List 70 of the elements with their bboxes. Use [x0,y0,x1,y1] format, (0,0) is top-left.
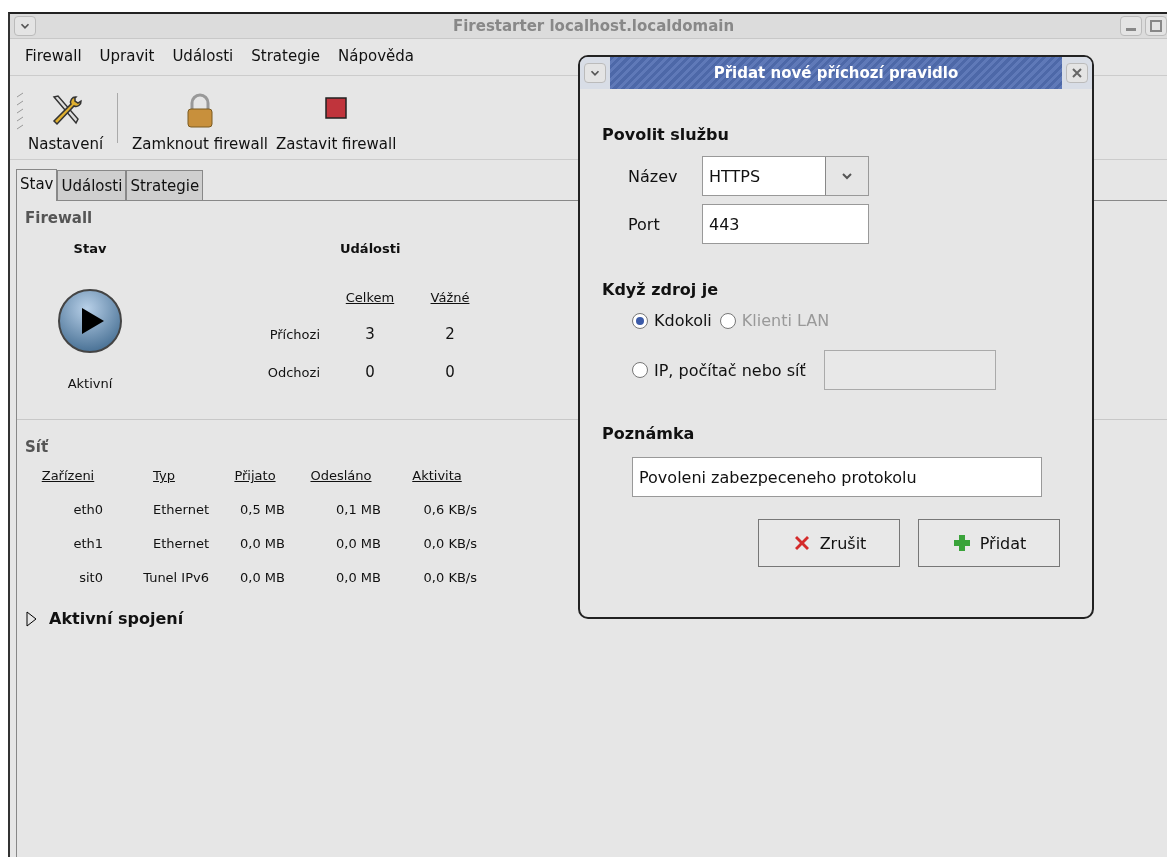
menu-item[interactable]: Firewall [16,43,91,69]
close-icon [1070,66,1084,80]
row-label: Odchozi [266,364,321,380]
table-cell-text: 3 [364,325,376,343]
toolbar-button[interactable]: Zastavit firewall [272,93,401,153]
table-cell-text: 0 [444,363,456,381]
plus-icon [951,533,972,553]
minimize-button[interactable] [1120,16,1142,36]
window-title: Firestarter localhost.localdomain [452,17,735,35]
column-header: Odesláno [309,467,373,485]
table-cell-text: 0,0 MB [239,535,286,553]
service-combo[interactable]: HTTPS [702,156,869,196]
dialog-button[interactable]: Přidat [918,519,1060,567]
field-label: Název [628,166,679,186]
maximize-button[interactable] [1145,16,1167,36]
dialog-button[interactable]: Zrušit [758,519,900,567]
menu-item[interactable]: Strategie [242,43,330,69]
table-cell-text: eth0 [72,501,104,519]
close-button[interactable] [1066,63,1088,83]
section-heading: Poznámka [602,424,696,443]
expander[interactable]: Aktivní spojení [25,609,184,628]
note-field[interactable]: Povoleni zabezpeceneho protokolu [632,457,1042,497]
port-field[interactable]: 443 [702,204,869,244]
section-heading: Firewall [25,209,93,227]
column-header: Vážné [429,290,471,305]
table-cell-text: 0,0 MB [335,535,382,553]
radio-button[interactable]: IP, počítač nebo síť [632,360,814,380]
column-header: Typ [152,467,176,485]
tab[interactable]: Stav [16,169,58,201]
dialog-title: Přidat nové příchozí pravidlo [610,57,1062,89]
status-text: Aktivní [67,376,113,391]
menu-item[interactable]: Nápověda [329,43,423,69]
section-heading: Povolit službu [602,125,730,144]
section-heading: Síť [25,438,49,456]
table-cell-text: 2 [444,325,456,343]
table-cell-text: 0,5 MB [239,501,286,519]
column-header: Aktivita [411,467,463,485]
table-cell-text: 0,0 MB [335,569,382,587]
window-menu-button[interactable] [14,16,36,36]
column-heading: Události [340,241,402,256]
window-menu-button[interactable] [584,63,606,83]
toolbar-button[interactable]: Nastavení [24,93,108,153]
column-heading: Stav [73,241,107,256]
minimize-icon [1126,27,1136,31]
table-cell-text: sit0 [78,569,104,587]
column-header: Přijato [233,467,277,485]
radio-button[interactable]: Kdokoli [632,311,720,330]
table-cell-text: 0,1 MB [335,501,382,519]
table-cell-text: 0,0 KB/s [422,569,478,587]
field-label: Port [628,214,661,234]
column-header: Zařízeni [40,467,96,485]
table-cell-text: 0,0 KB/s [422,535,478,553]
toolbar-button[interactable]: Zamknout firewall [128,93,272,153]
table-cell-text: 0,0 MB [239,569,286,587]
menu-item[interactable]: Upravit [90,43,164,69]
table-cell-text: Ethernet [152,501,210,519]
table-cell-text: Ethernet [152,535,210,553]
play-icon [55,286,125,356]
table-cell-text: 0 [364,363,376,381]
tab[interactable]: Strategie [126,170,204,200]
table-cell-text: Tunel IPv6 [142,569,210,587]
table-cell-text: 0,6 KB/s [422,501,478,519]
row-label: Příchozi [268,326,321,342]
column-header: Celkem [344,290,396,305]
toolbar-grip-icon[interactable] [16,91,24,131]
table-cell-text: eth1 [72,535,104,553]
section-heading: Když zdroj je [602,280,720,299]
maximize-icon [1149,19,1163,33]
menu-item[interactable]: Události [163,43,243,69]
tab[interactable]: Události [57,170,127,200]
